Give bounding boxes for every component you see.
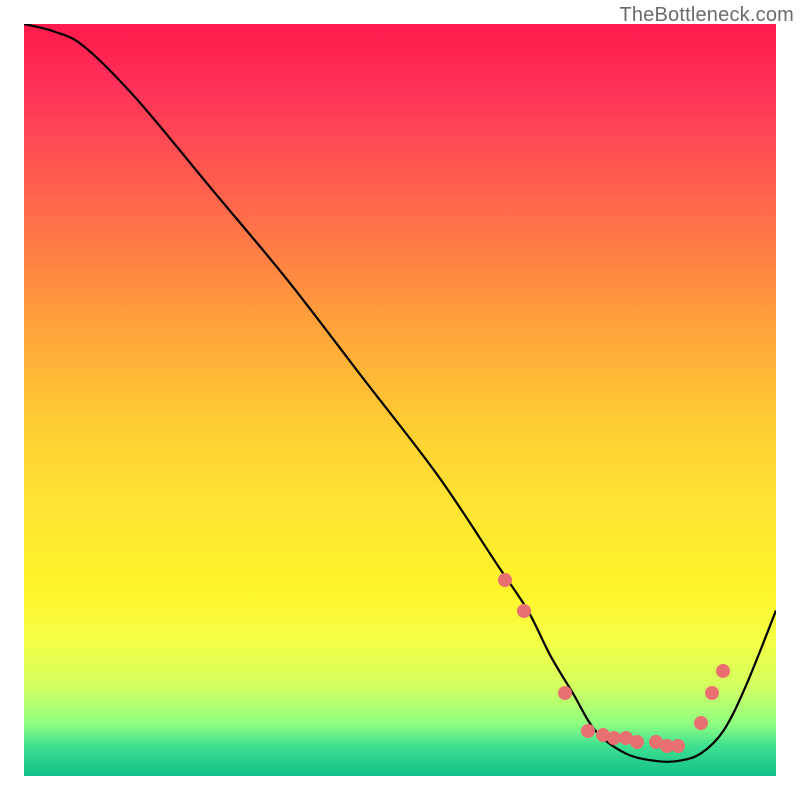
bottleneck-curve-path — [24, 24, 776, 762]
bottleneck-chart: TheBottleneck.com — [0, 0, 800, 800]
plot-area — [24, 24, 776, 776]
curve-svg — [24, 24, 776, 776]
